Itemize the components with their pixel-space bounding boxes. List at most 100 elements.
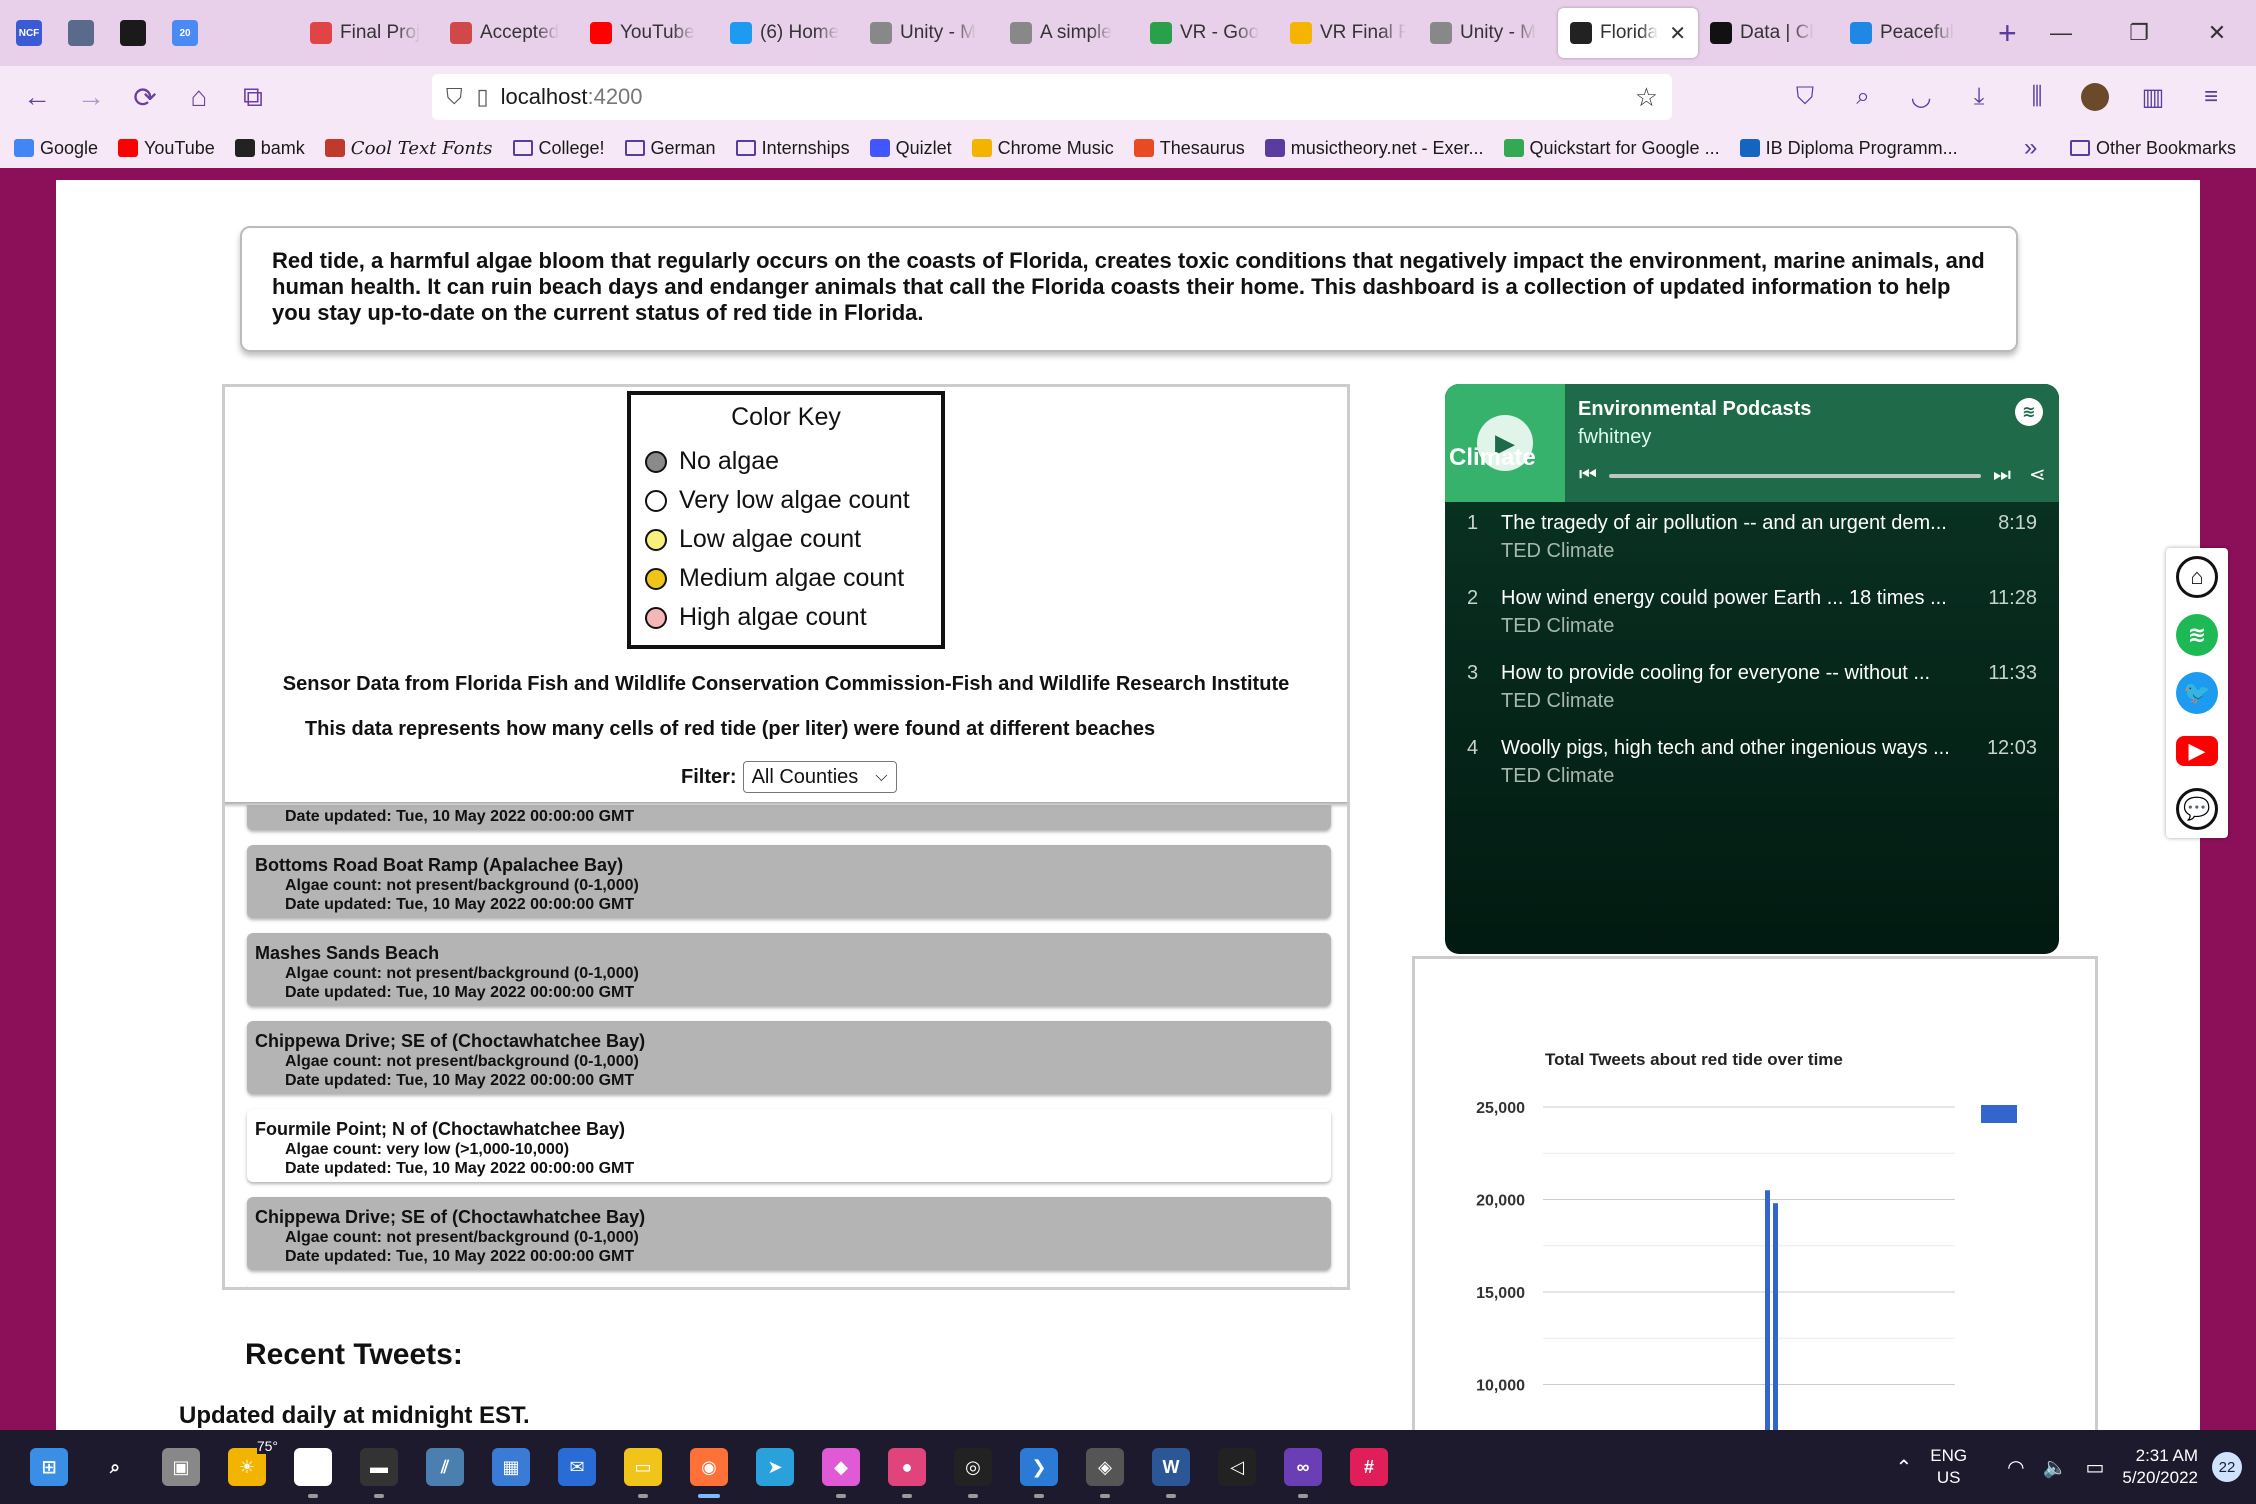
bookmark-9[interactable]: Thesaurus bbox=[1133, 138, 1245, 159]
home-button[interactable]: ⌂ bbox=[172, 70, 226, 124]
spotify-logo-icon[interactable]: ≋ bbox=[2015, 398, 2043, 426]
back-button[interactable]: ← bbox=[10, 70, 64, 124]
site-list[interactable]: Date updated: Tue, 10 May 2022 00:00:00 … bbox=[225, 805, 1347, 1287]
podcast-title[interactable]: Environmental Podcasts bbox=[1578, 398, 1811, 421]
url-bar[interactable]: ⛉ ▯ localhost:4200 ☆ bbox=[432, 74, 1672, 120]
tab-7[interactable]: VR Final F bbox=[1278, 8, 1418, 58]
taskbar-search[interactable]: ⌕ bbox=[82, 1434, 148, 1500]
share-icon[interactable]: ⋖ bbox=[2029, 462, 2046, 487]
bookmark-5[interactable]: German bbox=[624, 138, 716, 159]
reload-button[interactable]: ⟳ bbox=[118, 70, 172, 124]
bookmark-2[interactable]: bamk bbox=[234, 138, 305, 159]
taskbar-terminal[interactable]: ▬ bbox=[346, 1434, 412, 1500]
taskbar-windows-start[interactable]: ⊞ bbox=[16, 1434, 82, 1500]
pinned-tab-calendar[interactable]: 20 bbox=[162, 10, 208, 56]
tab-0[interactable]: Final Proj bbox=[298, 8, 438, 58]
taskbar-slack[interactable]: # bbox=[1336, 1434, 1402, 1500]
county-filter-select[interactable]: All Counties ⌵ bbox=[742, 761, 897, 793]
library-icon[interactable]: ⫼ bbox=[2012, 74, 2062, 120]
taskbar-firefox[interactable]: ◉ bbox=[676, 1434, 742, 1500]
extensions-icon[interactable]: ▥ bbox=[2128, 74, 2178, 120]
taskbar-github[interactable]: ● bbox=[280, 1434, 346, 1500]
taskbar-ball[interactable]: ● bbox=[874, 1434, 940, 1500]
avatar[interactable] bbox=[2070, 74, 2120, 120]
extension-button[interactable]: ⧉ bbox=[226, 70, 280, 124]
tab-2[interactable]: YouTube bbox=[578, 8, 718, 58]
chevron-up-icon[interactable]: ⌃ bbox=[1895, 1455, 1912, 1480]
bookmark-8[interactable]: Chrome Music bbox=[971, 138, 1114, 159]
pocket-save-icon[interactable]: ◡ bbox=[1896, 74, 1946, 120]
menu-icon[interactable]: ≡ bbox=[2186, 74, 2236, 120]
site-card[interactable]: Chippewa Drive; SE of (Choctawhatchee Ba… bbox=[247, 1021, 1331, 1094]
bookmark-star-icon[interactable]: ☆ bbox=[1635, 82, 1658, 113]
podcast-author[interactable]: fwhitney bbox=[1578, 426, 1651, 449]
next-track-icon[interactable]: ⏭ bbox=[1993, 464, 2011, 487]
site-card[interactable]: Mashes Sands Beach Algae count: not prese… bbox=[247, 933, 1331, 1006]
taskbar-task-manager[interactable]: ⫽ bbox=[412, 1434, 478, 1500]
taskbar-task-view[interactable]: ▣ bbox=[148, 1434, 214, 1500]
language-indicator[interactable]: ENG US bbox=[1930, 1445, 1967, 1489]
progress-bar[interactable] bbox=[1609, 474, 1981, 478]
tab-3[interactable]: (6) Home bbox=[718, 8, 858, 58]
close-window-button[interactable]: ✕ bbox=[2178, 0, 2256, 66]
chat-share-button[interactable]: 💬 bbox=[2166, 780, 2228, 838]
site-card[interactable]: Chippewa Drive; SE of (Choctawhatchee Ba… bbox=[247, 1197, 1331, 1270]
podcast-episode[interactable]: 2 How wind energy could power Earth ... 1… bbox=[1445, 587, 2059, 661]
tab-9[interactable]: Florida ✕ bbox=[1558, 8, 1698, 58]
bookmark-0[interactable]: Google bbox=[14, 138, 98, 159]
taskbar-photos[interactable]: ▦ bbox=[478, 1434, 544, 1500]
bookmark-3[interactable]: Cool Text Fonts bbox=[324, 138, 493, 159]
clock[interactable]: 2:31 AM 5/20/2022 bbox=[2122, 1445, 2198, 1489]
new-tab-button[interactable]: + bbox=[1998, 15, 2017, 52]
tab-1[interactable]: Accepted bbox=[438, 8, 578, 58]
taskbar-word[interactable]: W bbox=[1138, 1434, 1204, 1500]
other-bookmarks[interactable]: Other Bookmarks bbox=[2070, 138, 2236, 159]
twitter-share-button[interactable]: 🐦 bbox=[2166, 664, 2228, 722]
tab-8[interactable]: Unity - M bbox=[1418, 8, 1558, 58]
podcast-cover[interactable]: Climate ▶ bbox=[1445, 384, 1565, 502]
volume-icon[interactable]: 🔈 bbox=[2043, 1455, 2068, 1480]
tab-10[interactable]: Data | Cl bbox=[1698, 8, 1838, 58]
minimize-button[interactable]: — bbox=[2022, 0, 2100, 66]
search-icon[interactable]: ⌕ bbox=[1838, 74, 1888, 120]
podcast-episode[interactable]: 4 Woolly pigs, high tech and other ingeni… bbox=[1445, 737, 2059, 811]
site-card[interactable]: Fourmile Point; N of (Choctawhatchee Bay… bbox=[247, 1109, 1331, 1182]
close-tab-icon[interactable]: ✕ bbox=[1669, 21, 1686, 46]
taskbar-weather[interactable]: ☀ 75° bbox=[214, 1434, 280, 1500]
taskbar-unity[interactable]: ◈ bbox=[1072, 1434, 1138, 1500]
spotify-share-button[interactable]: ≋ bbox=[2166, 606, 2228, 664]
wifi-icon[interactable]: ◠ bbox=[2007, 1455, 2024, 1480]
notification-badge[interactable]: 22 bbox=[2212, 1452, 2242, 1482]
site-card[interactable]: Bottoms Road Boat Ramp (Apalachee Bay) Al… bbox=[247, 845, 1331, 918]
tab-4[interactable]: Unity - M bbox=[858, 8, 998, 58]
previous-track-icon[interactable]: ⏮ bbox=[1579, 464, 1597, 487]
pinned-tab-ncf[interactable]: NCF bbox=[6, 10, 52, 56]
tab-6[interactable]: VR - Goo bbox=[1138, 8, 1278, 58]
bookmark-12[interactable]: IB Diploma Programm... bbox=[1739, 138, 1958, 159]
tab-11[interactable]: Peaceful bbox=[1838, 8, 1978, 58]
taskbar-mail[interactable]: ✉ bbox=[544, 1434, 610, 1500]
podcast-episode[interactable]: 1 The tragedy of air pollution -- and an … bbox=[1445, 512, 2059, 586]
home-share-button[interactable]: ⌂ bbox=[2166, 548, 2228, 606]
tab-5[interactable]: A simple bbox=[998, 8, 1138, 58]
youtube-share-button[interactable]: ▶ bbox=[2166, 722, 2228, 780]
bookmark-10[interactable]: musictheory.net - Exer... bbox=[1264, 138, 1484, 159]
taskbar-paint[interactable]: ◆ bbox=[808, 1434, 874, 1500]
site-card[interactable]: Date updated: Tue, 10 May 2022 00:00:00 … bbox=[247, 805, 1331, 830]
bookmark-1[interactable]: YouTube bbox=[118, 138, 215, 159]
bookmarks-overflow-icon[interactable]: » bbox=[2024, 134, 2037, 162]
shield-icon[interactable]: ⛉ bbox=[446, 84, 463, 110]
site-card[interactable] bbox=[247, 1283, 1331, 1287]
forward-button[interactable]: → bbox=[64, 70, 118, 124]
pocket-icon[interactable]: ⛉ bbox=[1780, 74, 1830, 120]
taskbar-unity-hub[interactable]: ◁ bbox=[1204, 1434, 1270, 1500]
restore-button[interactable]: ❐ bbox=[2100, 0, 2178, 66]
download-icon[interactable]: ⤓ bbox=[1954, 74, 2004, 120]
taskbar-file-explorer[interactable]: ▭ bbox=[610, 1434, 676, 1500]
bookmark-7[interactable]: Quizlet bbox=[869, 138, 952, 159]
battery-icon[interactable]: ▭ bbox=[2085, 1455, 2104, 1480]
pinned-tab-trello-2[interactable] bbox=[110, 10, 156, 56]
taskbar-visual-studio[interactable]: ∞ bbox=[1270, 1434, 1336, 1500]
taskbar-vscode[interactable]: ❯ bbox=[1006, 1434, 1072, 1500]
bookmark-6[interactable]: Internships bbox=[735, 138, 850, 159]
